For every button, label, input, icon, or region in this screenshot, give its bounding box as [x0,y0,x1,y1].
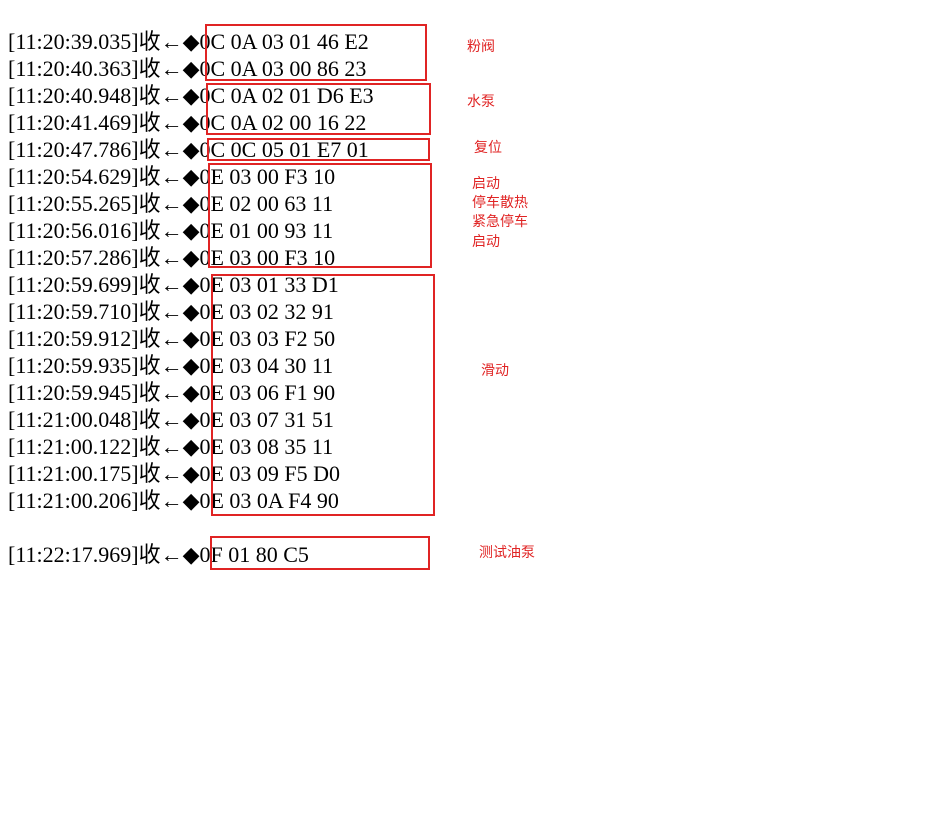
receive-arrow-icon: 收←◆ [138,380,200,405]
highlight-box-reset [207,138,430,161]
log-timestamp: [11:20:59.945] [8,380,139,405]
receive-arrow-icon: 收←◆ [138,299,200,324]
log-timestamp: [11:20:59.699] [8,272,139,297]
receive-arrow-icon: 收←◆ [138,488,200,513]
receive-arrow-icon: 收←◆ [138,434,200,459]
log-timestamp: [11:20:55.265] [8,191,139,216]
annotation-start: 启动 [472,234,500,250]
receive-arrow-icon: 收←◆ [138,29,200,54]
log-timestamp: [11:20:59.710] [8,299,139,324]
log-timestamp: [11:22:17.969] [8,542,139,567]
annotation-slide: 滑动 [481,363,509,379]
receive-arrow-icon: 收←◆ [138,461,200,486]
highlight-box-water-pump [206,83,431,135]
log-timestamp: [11:20:47.786] [8,137,139,162]
log-timestamp: [11:20:59.935] [8,353,139,378]
log-timestamp: [11:20:39.035] [8,29,139,54]
receive-arrow-icon: 收←◆ [138,272,200,297]
receive-arrow-icon: 收←◆ [138,137,200,162]
log-timestamp: [11:20:57.286] [8,245,139,270]
annotation-reset: 复位 [474,140,502,156]
annotation-powder-valve: 粉阀 [467,39,495,55]
receive-arrow-icon: 收←◆ [138,191,200,216]
receive-arrow-icon: 收←◆ [138,245,200,270]
log-timestamp: [11:20:59.912] [8,326,139,351]
log-timestamp: [11:20:40.363] [8,56,139,81]
log-timestamp: [11:21:00.206] [8,488,139,513]
receive-arrow-icon: 收←◆ [138,56,200,81]
annotation-emergency-stop: 紧急停车 [472,214,528,230]
highlight-box-start-stop [208,163,432,268]
receive-arrow-icon: 收←◆ [138,164,200,189]
log-timestamp: [11:21:00.175] [8,461,139,486]
annotation-test-oil-pump: 测试油泵 [479,545,535,561]
highlight-box-powder-valve [205,24,427,81]
receive-arrow-icon: 收←◆ [138,407,200,432]
annotation-start: 启动 [472,176,500,192]
log-timestamp: [11:20:56.016] [8,218,139,243]
annotation-water-pump: 水泵 [467,94,495,110]
highlight-box-slide [211,274,435,516]
receive-arrow-icon: 收←◆ [138,218,200,243]
log-timestamp: [11:20:41.469] [8,110,139,135]
highlight-box-test-oil-pump [210,536,430,570]
log-timestamp: [11:21:00.122] [8,434,139,459]
log-timestamp: [11:21:00.048] [8,407,139,432]
log-timestamp: [11:20:40.948] [8,83,139,108]
annotation-stop-cooling: 停车散热 [472,195,528,211]
receive-arrow-icon: 收←◆ [138,353,200,378]
receive-arrow-icon: 收←◆ [138,83,200,108]
receive-arrow-icon: 收←◆ [138,110,200,135]
receive-arrow-icon: 收←◆ [138,326,200,351]
log-timestamp: [11:20:54.629] [8,164,139,189]
receive-arrow-icon: 收←◆ [138,542,200,567]
